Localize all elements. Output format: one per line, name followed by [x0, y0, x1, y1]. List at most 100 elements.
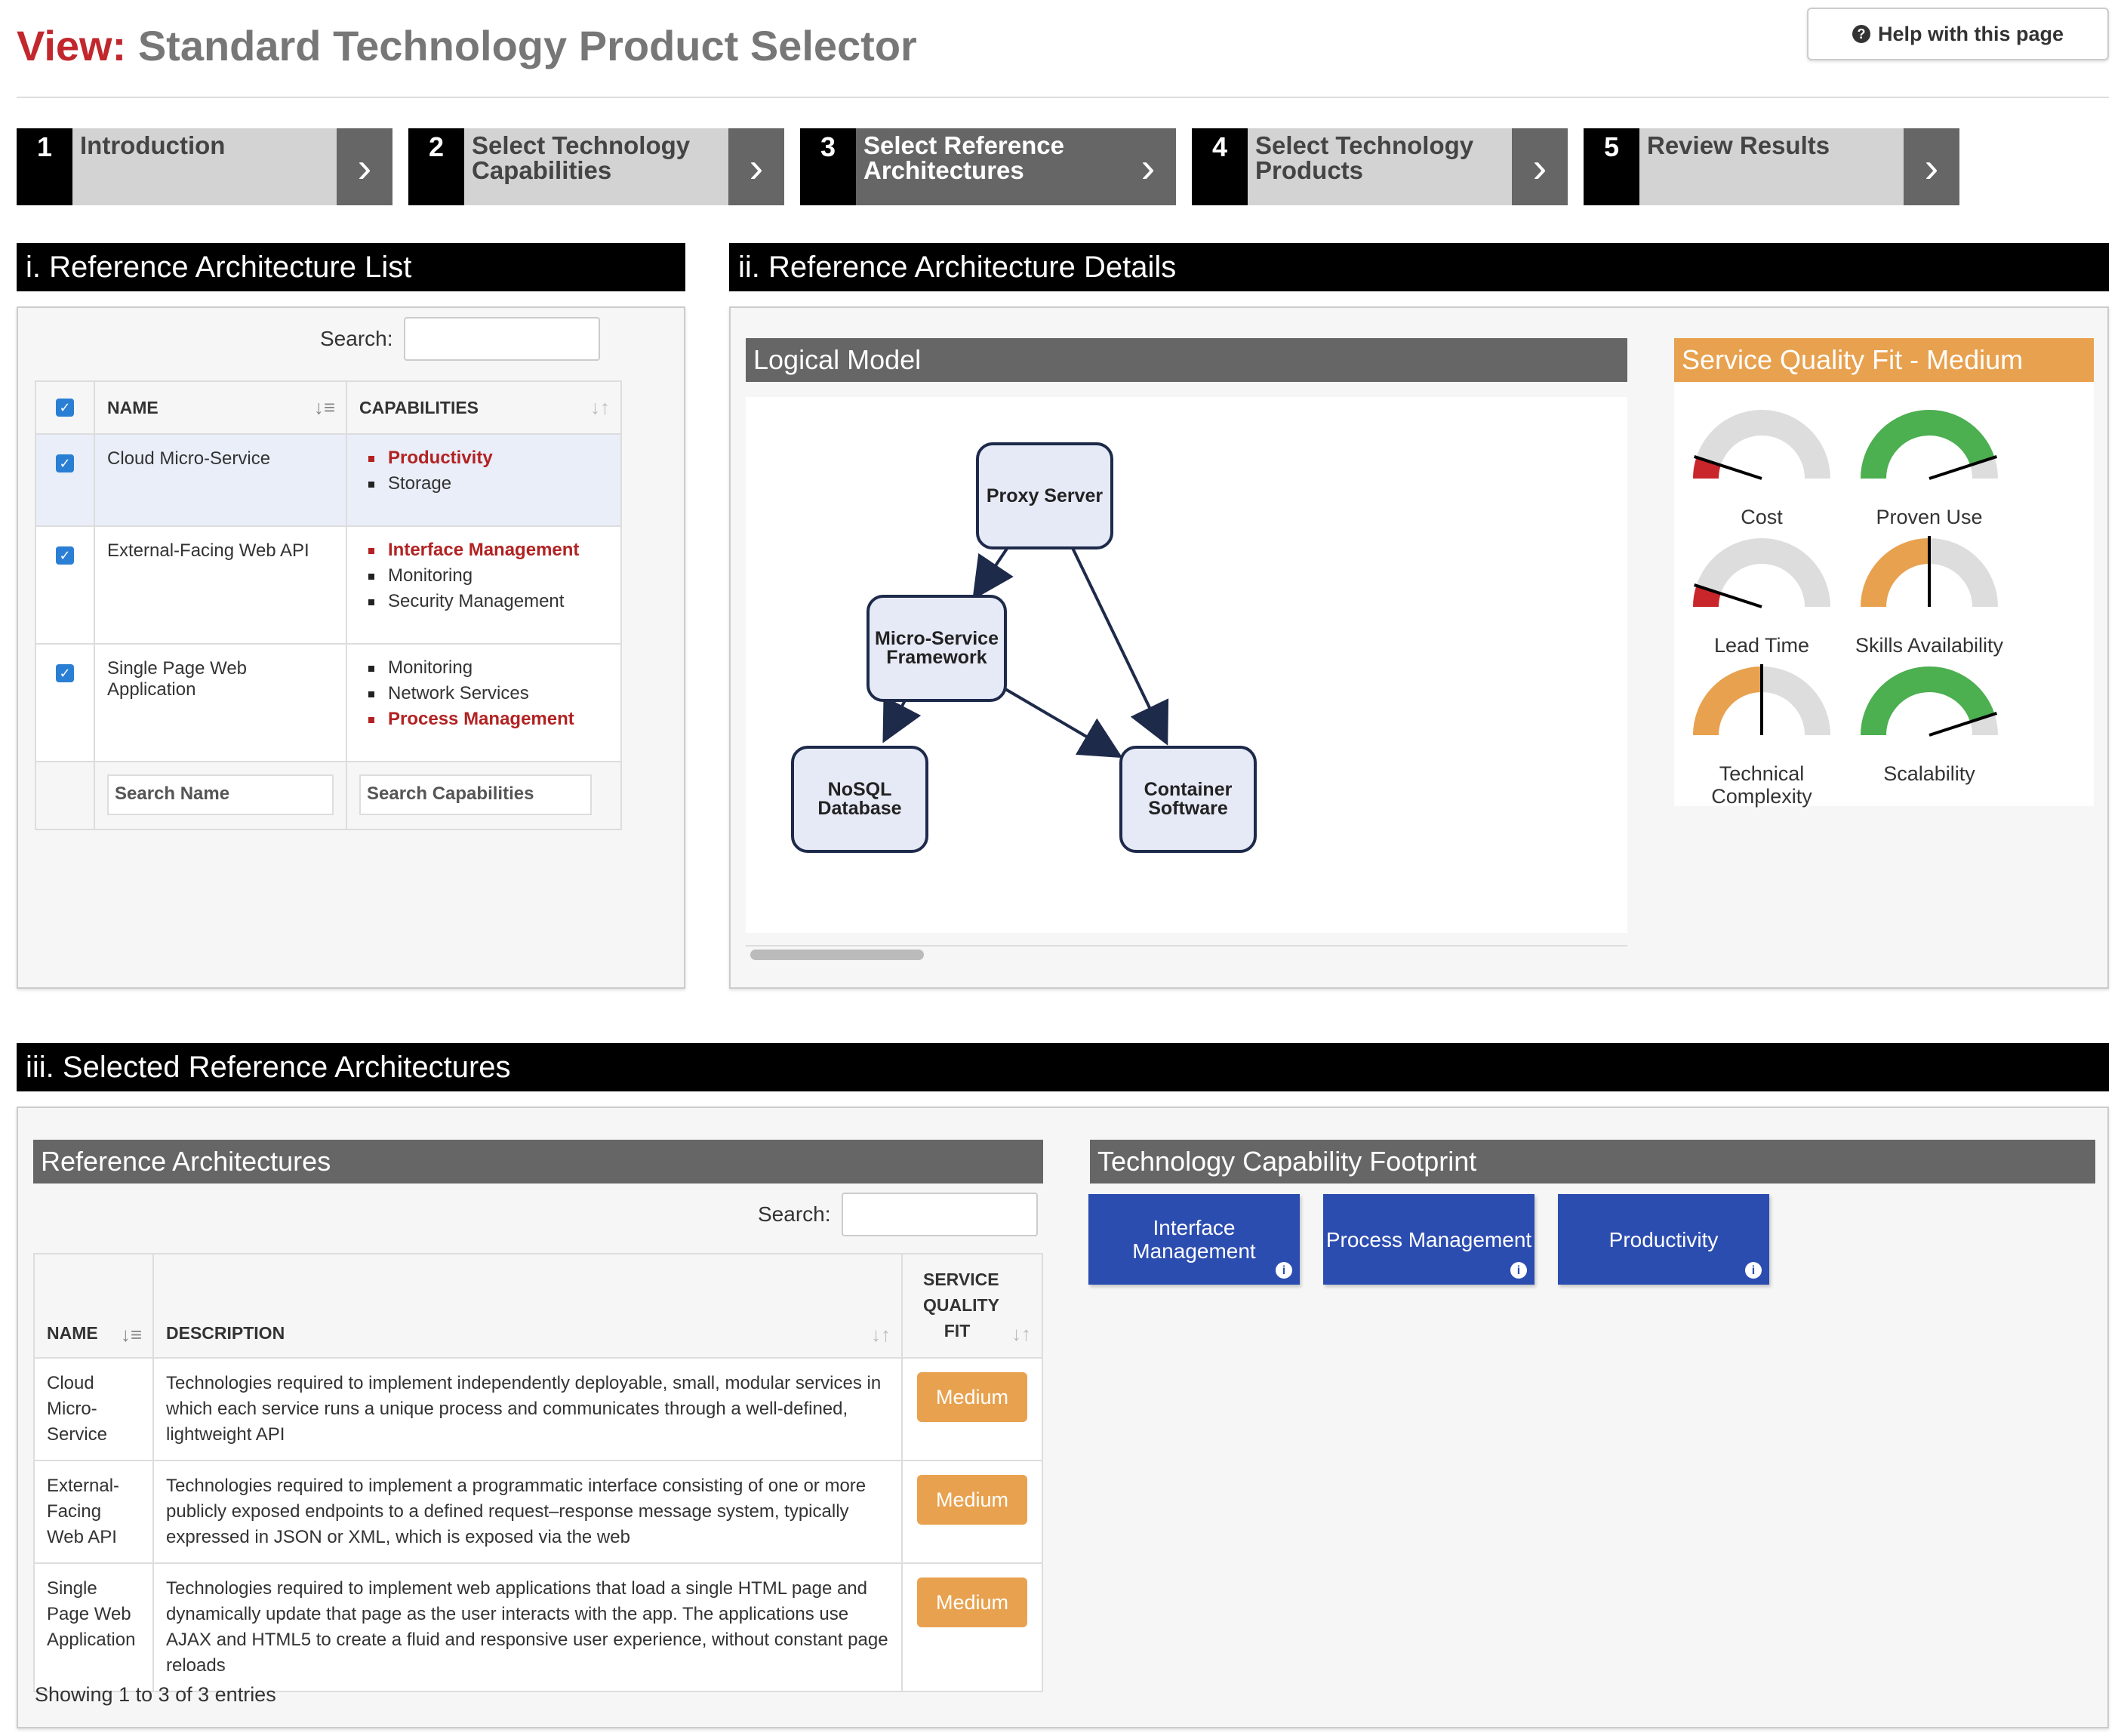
col-name-label: NAME: [47, 1323, 98, 1343]
sort-desc-icon[interactable]: ↓≡: [121, 1323, 142, 1347]
info-icon[interactable]: i: [1745, 1262, 1762, 1279]
select-all-cell[interactable]: ✓: [35, 380, 95, 435]
chevron-right-icon[interactable]: ›: [1904, 128, 1959, 205]
row-description: Technologies required to implement indep…: [152, 1357, 903, 1461]
row-name: External-Facing Web API: [33, 1460, 154, 1564]
col-desc-label: DESCRIPTION: [166, 1323, 285, 1343]
list-search: Search:: [320, 317, 600, 361]
search-caps-cell: Search Capabilities: [346, 761, 622, 830]
horizontal-scrollbar[interactable]: [746, 945, 1627, 962]
wizard-step-5[interactable]: 5 Review Results ›: [1584, 128, 1959, 205]
row-checkbox-cell[interactable]: ✓: [35, 433, 95, 527]
search-input[interactable]: [403, 317, 600, 361]
step-number: 2: [408, 128, 464, 205]
wizard-step-3[interactable]: 3 Select Reference Architectures ›: [800, 128, 1176, 205]
list-panel: Search: ✓ NAME ↓≡ CAPABILITIES ↓↑ ✓ Clou…: [17, 306, 685, 989]
info-icon[interactable]: i: [1276, 1262, 1292, 1279]
chevron-right-icon[interactable]: ›: [1512, 128, 1568, 205]
selected-panel: Reference Architectures Search: NAME ↓≡ …: [17, 1107, 2109, 1728]
row-description: Technologies required to implement web a…: [152, 1562, 903, 1692]
row-capabilities: Productivity Storage: [346, 433, 622, 527]
service-quality-gauges: Cost Proven Use Lead Time Skills Availab…: [1674, 382, 2094, 808]
gauges-drawing: [1693, 410, 1998, 737]
col-name-header[interactable]: NAME ↓≡: [33, 1253, 154, 1359]
table-row[interactable]: ✓ Cloud Micro-Service Productivity Stora…: [35, 433, 622, 527]
col-fit-header[interactable]: SERVICE QUALITY FIT ↓↑: [901, 1253, 1043, 1359]
chevron-right-icon[interactable]: ›: [728, 128, 784, 205]
edge-micro-nosql: [882, 696, 922, 743]
details-section-header: ii. Reference Architecture Details: [729, 243, 2109, 291]
step-label: Select Technology Products: [1248, 128, 1512, 205]
checkbox-checked-icon[interactable]: ✓: [56, 399, 74, 417]
table-row[interactable]: Single Page Web Application Technologies…: [33, 1562, 1043, 1692]
checkbox-checked-icon[interactable]: ✓: [56, 664, 74, 682]
gauge-fill: [1861, 538, 1930, 608]
capability-item: Process Management: [365, 706, 602, 732]
checkbox-checked-icon[interactable]: ✓: [56, 546, 74, 565]
gauge-label: Lead Time: [1713, 634, 1810, 657]
row-checkbox-cell[interactable]: ✓: [35, 643, 95, 762]
footprint-tile-process-management[interactable]: Process Management i: [1323, 1194, 1535, 1285]
wizard-step-1[interactable]: 1 Introduction ›: [17, 128, 392, 205]
details-panel: Logical Model Proxy Server Micro-Service…: [729, 306, 2109, 989]
node-micro-service-framework[interactable]: Micro-Service Framework: [867, 595, 1007, 702]
search-capabilities-input[interactable]: Search Capabilities: [359, 774, 592, 815]
tile-label: Process Management: [1325, 1227, 1532, 1251]
sort-desc-icon[interactable]: ↓≡: [314, 396, 335, 420]
capability-item: Interface Management: [365, 537, 602, 563]
wizard-step-2[interactable]: 2 Select Technology Capabilities ›: [408, 128, 784, 205]
gauge-label: Technical Complexity: [1711, 762, 1812, 808]
scrollbar-thumb[interactable]: [750, 950, 924, 960]
sort-icon[interactable]: ↓↑: [590, 396, 610, 420]
col-caps-label: CAPABILITIES: [359, 397, 479, 417]
chevron-right-icon[interactable]: ›: [1120, 128, 1176, 205]
selected-section-header: iii. Selected Reference Architectures: [17, 1043, 2109, 1091]
sort-icon[interactable]: ↓↑: [871, 1323, 891, 1347]
table-row[interactable]: External-Facing Web API Technologies req…: [33, 1460, 1043, 1564]
help-button[interactable]: ? Help with this page: [1807, 8, 2109, 60]
table-row[interactable]: Cloud Micro-Service Technologies require…: [33, 1357, 1043, 1461]
gauge-fill: [1861, 666, 1995, 736]
row-name: Cloud Micro-Service: [94, 433, 347, 527]
row-name: Single Page Web Application: [33, 1562, 154, 1692]
page-title-text: Standard Technology Product Selector: [137, 22, 917, 69]
gauge-label: Cost: [1741, 506, 1783, 528]
info-icon[interactable]: i: [1510, 1262, 1527, 1279]
row-name: External-Facing Web API: [94, 525, 347, 645]
col-name-header[interactable]: NAME ↓≡: [94, 380, 347, 435]
edge-micro-container: [1004, 688, 1123, 759]
col-caps-header[interactable]: CAPABILITIES ↓↑: [346, 380, 622, 435]
step-label: Select Reference Architectures: [856, 128, 1120, 205]
fit-medium-button[interactable]: Medium: [917, 1475, 1027, 1525]
node-proxy-server[interactable]: Proxy Server: [976, 442, 1113, 549]
reference-architecture-table: ✓ NAME ↓≡ CAPABILITIES ↓↑ ✓ Cloud Micro-…: [35, 380, 622, 830]
table-header-row: NAME ↓≡ DESCRIPTION ↓↑ SERVICE QUALITY F…: [33, 1253, 1043, 1359]
checkbox-checked-icon[interactable]: ✓: [56, 454, 74, 472]
chevron-right-icon[interactable]: ›: [337, 128, 392, 205]
fit-medium-button[interactable]: Medium: [917, 1577, 1027, 1627]
question-icon: ?: [1852, 25, 1870, 43]
row-description: Technologies required to implement a pro…: [152, 1460, 903, 1564]
wizard-step-4[interactable]: 4 Select Technology Products ›: [1192, 128, 1568, 205]
search-name-input[interactable]: Search Name: [107, 774, 334, 815]
node-nosql-database[interactable]: NoSQL Database: [791, 746, 928, 853]
node-container-software[interactable]: Container Software: [1119, 746, 1257, 853]
row-name: Cloud Micro-Service: [33, 1357, 154, 1461]
fit-medium-button[interactable]: Medium: [917, 1372, 1027, 1422]
step-label: Introduction: [72, 128, 337, 205]
col-desc-header[interactable]: DESCRIPTION ↓↑: [152, 1253, 903, 1359]
capability-item: Network Services: [365, 681, 602, 706]
row-fit-cell: Medium: [901, 1562, 1043, 1692]
table-row[interactable]: ✓ Single Page Web Application Monitoring…: [35, 643, 622, 762]
step-label: Select Technology Capabilities: [464, 128, 728, 205]
footprint-tile-interface-management[interactable]: Interface Management i: [1088, 1194, 1300, 1285]
row-capabilities: Interface Management Monitoring Security…: [346, 525, 622, 645]
gauge-fill: [1861, 410, 1995, 479]
list-section-header: i. Reference Architecture List: [17, 243, 685, 291]
gauge-label: Skills Availability: [1855, 634, 2004, 657]
footprint-tile-productivity[interactable]: Productivity i: [1558, 1194, 1769, 1285]
sort-icon[interactable]: ↓↑: [1011, 1321, 1031, 1347]
row-checkbox-cell[interactable]: ✓: [35, 525, 95, 645]
search-input[interactable]: [841, 1193, 1038, 1236]
table-row[interactable]: ✓ External-Facing Web API Interface Mana…: [35, 525, 622, 645]
